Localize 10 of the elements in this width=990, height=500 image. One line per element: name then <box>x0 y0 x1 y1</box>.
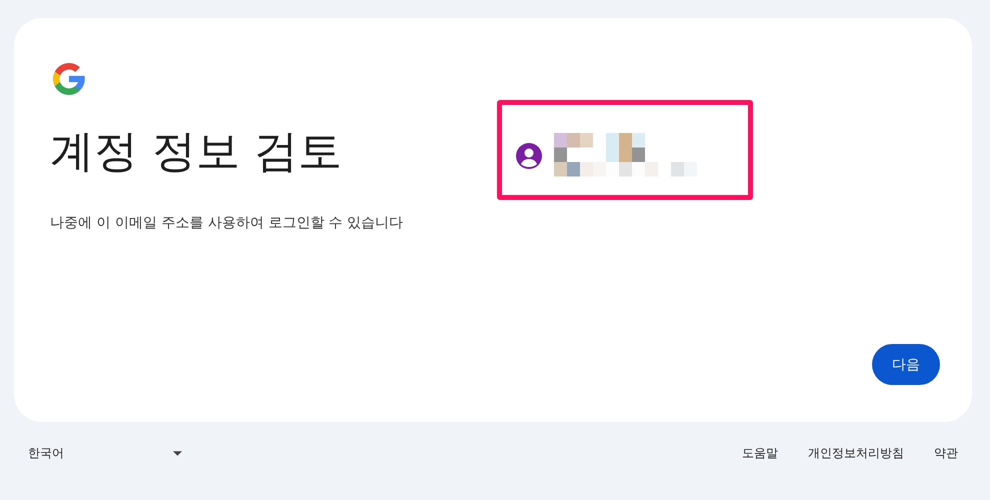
page-title: 계정 정보 검토 <box>50 125 343 179</box>
logo-icon <box>50 60 88 98</box>
footer-link[interactable]: 약관 <box>934 445 958 462</box>
footer-link[interactable]: 개인정보처리방침 <box>808 445 904 462</box>
next-button[interactable]: 다음 <box>872 344 940 385</box>
dropdown-icon <box>173 451 182 456</box>
subtitle: 나중에 이 이메일 주소를 사용하여 로그인할 수 있습니다 <box>50 214 404 232</box>
avatar-icon <box>516 142 542 168</box>
footer-link[interactable]: 도움말 <box>742 445 778 462</box>
language-select[interactable]: 한국어 <box>28 445 182 462</box>
